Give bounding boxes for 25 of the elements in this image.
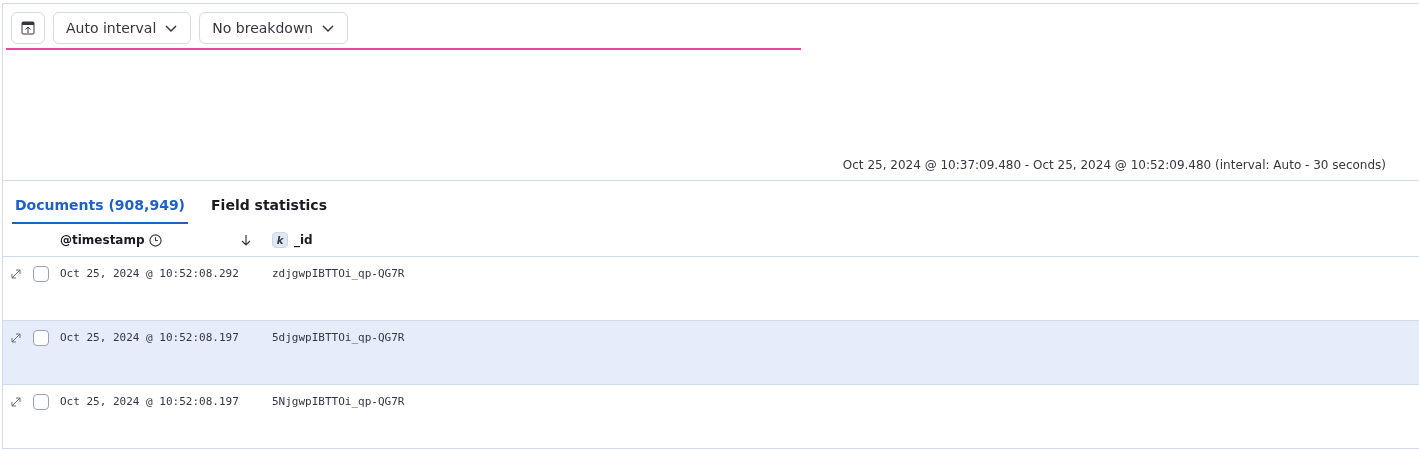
export-button[interactable]: [11, 12, 45, 44]
checkbox[interactable]: [33, 330, 49, 346]
expand-icon[interactable]: [10, 332, 22, 344]
time-range-label: Oct 25, 2024 @ 10:37:09.480 - Oct 25, 2024 @ 10:52:09.480 (interval: Auto - 30 seconds): [842, 157, 1386, 175]
clock-icon: [148, 233, 162, 247]
dropdown-button[interactable]: No breakdown: [199, 12, 349, 44]
table-cell-text: Oct 25, 2024 @ 10:52:08.197: [60, 330, 240, 346]
calendar-upload-icon: [20, 20, 36, 36]
column-header[interactable]: _id: [294, 231, 313, 249]
field-type-badge: k: [272, 232, 288, 248]
table-cell-text: 5NjgwpIBTTOi_qp-QG7R: [272, 394, 405, 410]
checkbox[interactable]: [33, 266, 49, 282]
table-cell-text: Oct 25, 2024 @ 10:52:08.197: [60, 394, 240, 410]
checkbox[interactable]: [33, 394, 49, 410]
expand-icon[interactable]: [10, 268, 22, 280]
tab[interactable]: Documents (908,949): [12, 195, 189, 225]
dropdown-button[interactable]: Auto interval: [53, 12, 192, 44]
tab[interactable]: Field statistics: [208, 195, 330, 225]
column-header[interactable]: @timestamp: [60, 231, 145, 249]
table-cell-text: 5djgwpIBTTOi_qp-QG7R: [272, 330, 405, 346]
expand-icon[interactable]: [10, 396, 22, 408]
sort-descending-icon[interactable]: [240, 234, 252, 246]
table-cell-text: zdjgwpIBTTOi_qp-QG7R: [272, 266, 405, 282]
table-cell-text: Oct 25, 2024 @ 10:52:08.292: [60, 266, 240, 282]
table-row[interactable]: Oct 25, 2024 @ 10:52:08.197 5djgwpIBTTOi_qp-QG7R: [3, 321, 1419, 385]
